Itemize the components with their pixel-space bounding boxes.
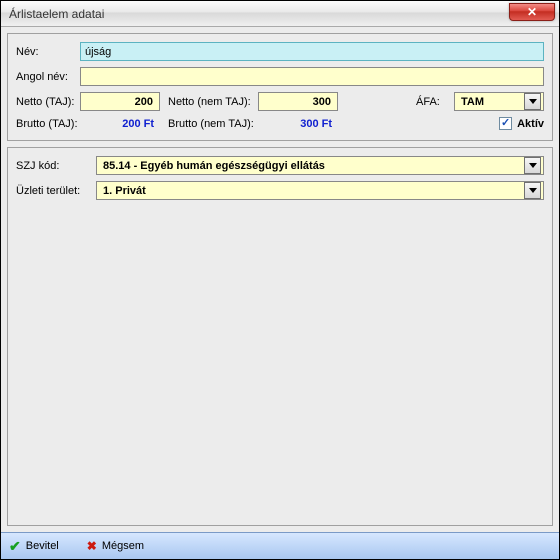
uzleti-terulet-value: 1. Privát <box>103 185 524 197</box>
label-uzleti-terulet: Üzleti terület: <box>16 185 96 197</box>
x-icon: ✖ <box>87 539 97 553</box>
afa-value: TAM <box>461 96 524 108</box>
brutto-nem-taj-value: 300 Ft <box>258 118 338 130</box>
label-netto-taj: Netto (TAJ): <box>16 96 80 108</box>
close-icon: ✕ <box>527 5 537 19</box>
statusbar: ✔ Bevitel ✖ Mégsem <box>1 532 559 559</box>
content-area: Név: Angol név: Netto (TAJ): Netto (nem … <box>1 27 559 532</box>
label-brutto-nem-taj: Brutto (nem TAJ): <box>168 118 258 130</box>
netto-taj-input[interactable] <box>80 92 160 111</box>
checkbox-icon: ✓ <box>499 117 512 130</box>
label-szj-kod: SZJ kód: <box>16 160 96 172</box>
label-brutto-taj: Brutto (TAJ): <box>16 118 80 130</box>
chevron-down-icon <box>529 188 537 193</box>
uzleti-dropdown-button[interactable] <box>524 182 541 199</box>
panel-secondary: SZJ kód: 85.14 - Egyéb humán egészségügy… <box>7 147 553 526</box>
close-button[interactable]: ✕ <box>509 3 555 21</box>
label-angol-nev: Angol név: <box>16 71 80 83</box>
titlebar: Árlistaelem adatai ✕ <box>1 1 559 27</box>
uzleti-terulet-select[interactable]: 1. Privát <box>96 181 544 200</box>
chevron-down-icon <box>529 163 537 168</box>
megsem-label: Mégsem <box>102 540 144 552</box>
label-netto-nem-taj: Netto (nem TAJ): <box>168 96 258 108</box>
label-afa: ÁFA: <box>416 96 454 108</box>
megsem-button[interactable]: ✖ Mégsem <box>87 539 144 553</box>
nev-input[interactable] <box>80 42 544 61</box>
szj-dropdown-button[interactable] <box>524 157 541 174</box>
label-nev: Név: <box>16 46 80 58</box>
szj-kod-value: 85.14 - Egyéb humán egészségügyi ellátás <box>103 160 524 172</box>
netto-nem-taj-input[interactable] <box>258 92 338 111</box>
label-aktiv: Aktív <box>517 118 544 130</box>
angol-nev-input[interactable] <box>80 67 544 86</box>
dialog-window: Árlistaelem adatai ✕ Név: Angol név: Net… <box>0 0 560 560</box>
bevitel-label: Bevitel <box>26 540 59 552</box>
afa-select[interactable]: TAM <box>454 92 544 111</box>
aktiv-checkbox[interactable]: ✓ Aktív <box>499 117 544 130</box>
brutto-taj-value: 200 Ft <box>80 118 160 130</box>
panel-main: Név: Angol név: Netto (TAJ): Netto (nem … <box>7 33 553 141</box>
afa-dropdown-button[interactable] <box>524 93 541 110</box>
check-icon: ✔ <box>9 538 21 555</box>
szj-kod-select[interactable]: 85.14 - Egyéb humán egészségügyi ellátás <box>96 156 544 175</box>
bevitel-button[interactable]: ✔ Bevitel <box>9 538 59 555</box>
chevron-down-icon <box>529 99 537 104</box>
window-title: Árlistaelem adatai <box>9 7 104 21</box>
